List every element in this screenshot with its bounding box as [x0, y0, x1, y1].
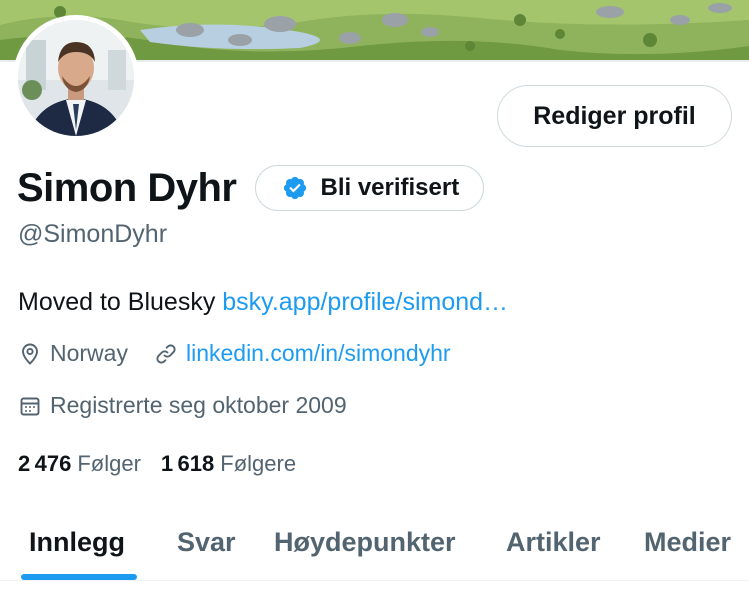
tab-articles[interactable]: Artikler — [506, 505, 601, 580]
followers-link[interactable]: 1 618 Følgere — [161, 451, 296, 477]
name-row: Simon Dyhr Bli verifisert — [17, 164, 485, 212]
calendar-icon — [20, 397, 40, 415]
display-name: Simon Dyhr — [17, 165, 237, 210]
follow-stats: 2 476 Følger 1 618 Følgere — [18, 451, 296, 477]
edit-profile-label: Rediger profil — [533, 101, 696, 130]
bio-text: Moved to Bluesky — [18, 288, 223, 316]
username: @SimonDyhr — [18, 220, 168, 248]
location-text: Norway — [50, 340, 128, 366]
bio-link[interactable]: bsky.app/profile/simond… — [222, 288, 508, 316]
get-verified-button[interactable]: Bli verifisert — [255, 165, 485, 211]
edit-profile-button[interactable]: Rediger profil — [497, 85, 732, 147]
location-item: Norway — [18, 340, 128, 367]
location-pin-icon — [22, 343, 38, 365]
get-verified-label: Bli verifisert — [320, 174, 460, 201]
tab-media[interactable]: Medier — [644, 505, 731, 580]
followers-count: 1 618 — [160, 451, 215, 476]
following-label: Følger — [77, 451, 141, 476]
website-link[interactable]: linkedin.com/in/simondyhr — [186, 340, 451, 367]
tab-replies[interactable]: Svar — [177, 505, 236, 580]
joined-item: Registrerte seg oktober 2009 — [18, 392, 347, 419]
profile-tabs: Innlegg Svar Høydepunkter Artikler Medie… — [0, 505, 749, 581]
followers-label: Følgere — [220, 451, 297, 476]
profile-meta-row: Norway linkedin.com/in/simondyhr — [18, 340, 451, 367]
tab-highlights[interactable]: Høydepunkter — [274, 505, 456, 580]
tab-posts[interactable]: Innlegg — [29, 505, 125, 580]
bio: Moved to Bluesky bsky.app/profile/simond… — [18, 288, 508, 317]
verified-badge-icon — [284, 176, 307, 200]
joined-row: Registrerte seg oktober 2009 — [18, 392, 347, 419]
following-link[interactable]: 2 476 Følger — [18, 451, 141, 477]
joined-text: Registrerte seg oktober 2009 — [50, 392, 347, 418]
following-count: 2 476 — [18, 451, 72, 476]
active-tab-indicator — [21, 574, 137, 580]
link-icon — [156, 343, 176, 364]
avatar[interactable] — [13, 15, 139, 141]
website-item: linkedin.com/in/simondyhr — [154, 340, 451, 367]
